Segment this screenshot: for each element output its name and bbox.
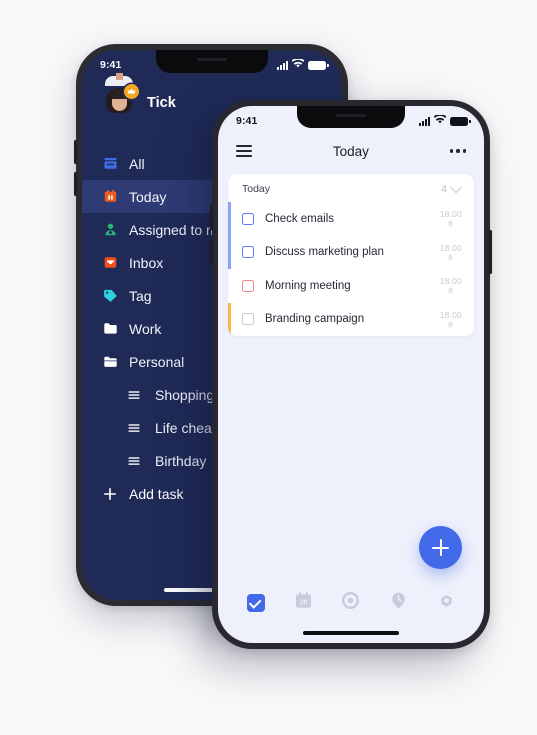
task-checkbox[interactable] [242,212,254,225]
sidebar-item-label: Work [129,320,162,337]
bell-icon [447,254,454,262]
task-count: 4 [441,183,447,195]
chevron-down-icon[interactable] [450,181,462,194]
task-time: 18:00 [439,276,462,287]
status-time: 9:41 [236,115,258,127]
signal-bars-icon [419,116,430,126]
task-section-header[interactable]: Today 4 [228,174,474,202]
bell-icon [447,321,454,329]
power-button[interactable] [489,230,492,274]
task-accent-bar [228,235,231,269]
gear-icon [437,591,456,615]
user-name: Tick [147,95,176,111]
task-title: Check emails [265,212,335,225]
tab-focus[interactable] [340,591,362,615]
bottom-tab-bar: 20 [218,583,484,623]
bell-icon [447,220,454,228]
battery-icon [308,60,329,70]
app-header: Today [218,132,484,170]
task-accent-bar [228,302,231,336]
sidebar-item-label: Shopping [155,386,215,403]
sidebar-item-label: Today [129,188,167,205]
task-title: Branding campaign [265,313,365,326]
section-title: Today [242,183,271,195]
task-checkbox[interactable] [242,246,254,259]
avatar[interactable] [102,73,139,120]
list-lines-icon [126,420,142,436]
person-icon [102,222,118,238]
volume-up-button[interactable] [74,140,77,164]
task-row[interactable]: Discuss marketing plan 18:00 [228,235,474,269]
inbox-tray-icon [102,255,118,271]
task-title: Discuss marketing plan [265,246,384,259]
task-row[interactable]: Morning meeting 18:00 [228,269,474,303]
status-time: 9:41 [100,59,122,71]
task-list-card: Today 4 Check emails 18:00 Discuss marke… [228,174,474,336]
sidebar-item-label: Tag [129,287,152,304]
front-phone-screen: 9:41 Today Today 4 Check emails 18:00 Di… [218,106,484,643]
folder-open-icon [102,354,118,370]
tab-tasks[interactable] [245,592,267,614]
sidebar-item-label: Birthday [155,452,207,469]
more-options-icon[interactable] [449,149,466,153]
screenshot-stage: 9:41 Tick All Today Assigned to me Inbox… [0,0,537,735]
volume-up-button[interactable] [210,204,213,230]
front-phone-device: 9:41 Today Today 4 Check emails 18:00 Di… [210,100,492,649]
sidebar-item-label: Personal [129,353,185,370]
list-lines-icon [126,387,142,403]
page-title: Today [332,143,369,159]
bell-icon [447,287,454,295]
task-accent-bar [228,269,231,303]
wifi-icon [433,114,447,127]
folder-icon [102,321,118,337]
volume-down-button[interactable] [74,172,77,196]
add-task-fab[interactable] [419,526,462,569]
add-task-label: Add task [129,485,184,502]
svg-text:20: 20 [299,599,307,606]
notch [156,50,268,73]
checkbox-checked-icon [246,594,265,612]
volume-down-button[interactable] [210,240,213,266]
plus-icon [432,539,449,556]
calendar-20-icon: 20 [294,591,313,615]
sidebar-item-label: All [129,155,145,172]
tag-icon [102,288,118,304]
target-icon [341,591,360,615]
plus-icon [102,486,118,502]
task-title: Morning meeting [265,279,351,292]
task-checkbox[interactable] [242,279,254,292]
battery-icon [450,116,471,126]
signal-bars-icon [277,60,288,70]
home-indicator [303,631,399,635]
task-checkbox[interactable] [242,313,254,326]
list-lines-icon [126,453,142,469]
calendar-icon [102,189,118,205]
crown-badge-icon [124,84,139,99]
task-row[interactable]: Check emails 18:00 [228,202,474,236]
tab-settings[interactable] [435,592,457,614]
pin-clock-icon [389,591,408,615]
stack-icon [102,156,118,172]
task-time: 18:00 [439,242,462,253]
task-time: 18:00 [439,209,462,220]
task-accent-bar [228,202,231,236]
task-row[interactable]: Branding campaign 18:00 [228,302,474,336]
hamburger-menu-icon[interactable] [236,145,252,157]
notch [297,106,405,128]
tab-pin[interactable] [388,592,410,614]
sidebar-item-label: Inbox [129,254,164,271]
task-time: 18:00 [439,309,462,320]
wifi-icon [291,58,305,71]
tab-calendar[interactable]: 20 [292,592,314,614]
